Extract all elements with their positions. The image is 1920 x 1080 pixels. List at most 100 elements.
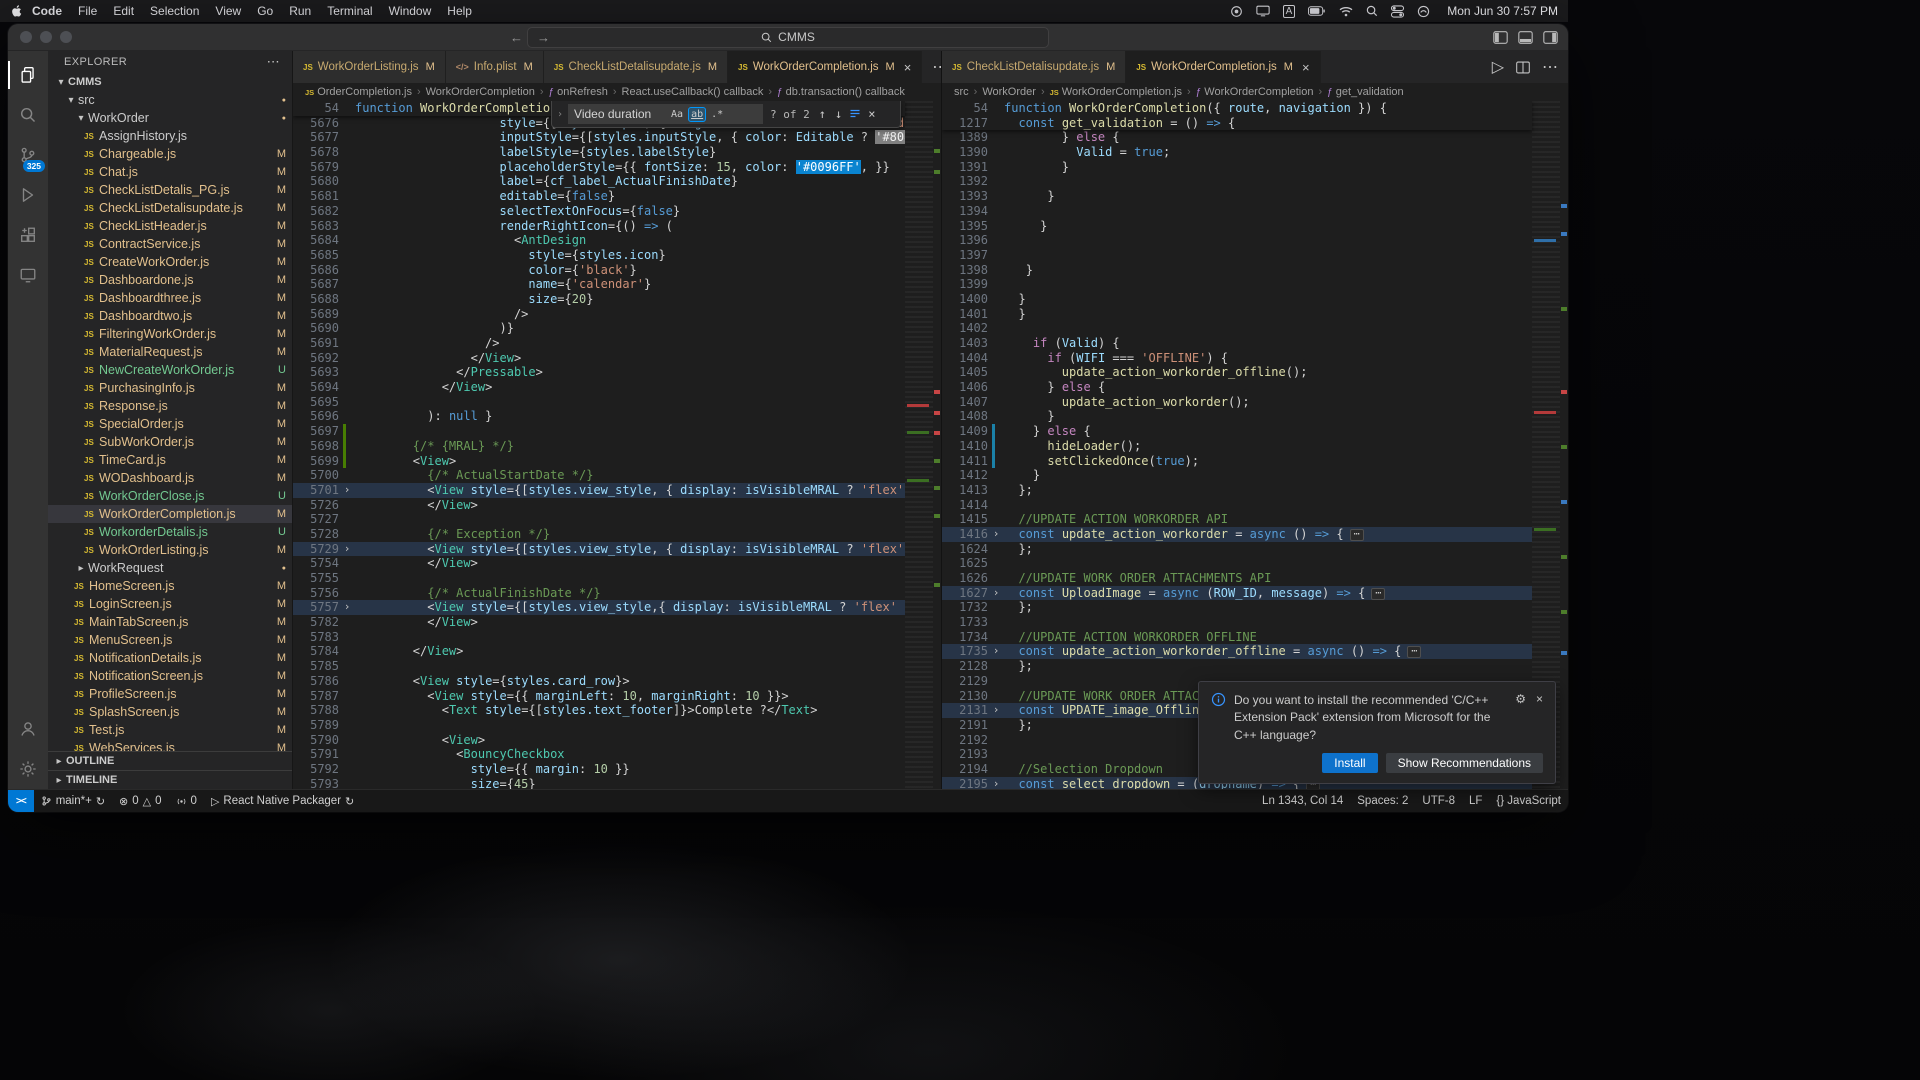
code-line[interactable]: 1734 //UPDATE ACTION WORKORDER OFFLINE xyxy=(942,630,1532,645)
code-line[interactable]: 1399 xyxy=(942,277,1532,292)
run-file-icon[interactable]: ▷ xyxy=(1492,57,1504,77)
code-line[interactable]: 1401 } xyxy=(942,307,1532,322)
code-line[interactable]: 5787 <View style={{ marginLeft: 10, marg… xyxy=(293,689,905,704)
code-line[interactable]: 5756 {/* ActualFinishDate */} xyxy=(293,586,905,601)
file-item-checklistdetalisupdate-js[interactable]: JSCheckListDetalisupdate.jsM xyxy=(48,199,292,217)
code-line[interactable]: 1403 if (Valid) { xyxy=(942,336,1532,351)
file-item-chargeable-js[interactable]: JSChargeable.jsM xyxy=(48,145,292,163)
code-line[interactable]: 5727 xyxy=(293,512,905,527)
code-line[interactable]: 5754 </View> xyxy=(293,556,905,571)
file-item-assignhistory-js[interactable]: JSAssignHistory.js xyxy=(48,127,292,145)
code-line[interactable]: 1394 xyxy=(942,204,1532,219)
code-line[interactable]: 5697 xyxy=(293,424,905,439)
notification-gear-icon[interactable]: ⚙ xyxy=(1515,692,1526,706)
battery-icon[interactable] xyxy=(1308,6,1326,16)
file-item-materialrequest-js[interactable]: JSMaterialRequest.jsM xyxy=(48,343,292,361)
show-recommendations-button[interactable]: Show Recommendations xyxy=(1386,753,1543,773)
breadcrumb-item[interactable]: src xyxy=(954,86,969,98)
code-line[interactable]: 5693 </Pressable> xyxy=(293,365,905,380)
code-line[interactable]: 5784 </View> xyxy=(293,644,905,659)
code-line[interactable]: 1412 } xyxy=(942,468,1532,483)
code-line[interactable]: 1407 update_action_workorder(); xyxy=(942,395,1532,410)
code-line[interactable]: 1627› const UploadImage = async (ROW_ID,… xyxy=(942,586,1532,601)
menu-edit[interactable]: Edit xyxy=(105,4,142,18)
file-item-subworkorder-js[interactable]: JSSubWorkOrder.jsM xyxy=(48,433,292,451)
code-line[interactable]: 1397 xyxy=(942,248,1532,263)
siri-icon[interactable] xyxy=(1417,5,1430,18)
file-item-workorderdetalis-js[interactable]: JSWorkorderDetalis.jsU xyxy=(48,523,292,541)
file-item-response-js[interactable]: JSResponse.jsM xyxy=(48,397,292,415)
language-mode[interactable]: {} JavaScript xyxy=(1489,795,1568,807)
code-line[interactable]: 5786 <View style={styles.card_row}> xyxy=(293,674,905,689)
code-line[interactable]: 1398 } xyxy=(942,263,1532,278)
code-line[interactable]: 1410 hideLoader(); xyxy=(942,439,1532,454)
zoom-window-button[interactable] xyxy=(60,31,72,43)
code-line[interactable]: 5691 /> xyxy=(293,336,905,351)
breadcrumb-item[interactable]: WorkOrder xyxy=(982,86,1036,98)
code-line[interactable]: 5688 size={20} xyxy=(293,292,905,307)
breadcrumb-item[interactable]: WorkOrderCompletion xyxy=(1204,86,1313,98)
file-item-specialorder-js[interactable]: JSSpecialOrder.jsM xyxy=(48,415,292,433)
code-line[interactable]: 5686 color={'black'} xyxy=(293,263,905,278)
timeline-section[interactable]: ▸ TIMELINE xyxy=(48,770,292,789)
code-line[interactable]: 2128 }; xyxy=(942,659,1532,674)
code-line[interactable]: 1396 xyxy=(942,233,1532,248)
git-branch-item[interactable]: main*+ ↻ xyxy=(34,795,112,808)
find-in-selection-icon[interactable] xyxy=(849,108,861,120)
screen-record-icon[interactable] xyxy=(1230,5,1243,18)
breadcrumb-item[interactable]: OrderCompletion.js xyxy=(317,86,412,98)
close-tab-icon[interactable]: × xyxy=(904,60,912,75)
code-line[interactable]: 5785 xyxy=(293,659,905,674)
toggle-panel-bottom-icon[interactable] xyxy=(1518,31,1533,44)
file-item-splashscreen-js[interactable]: JSSplashScreen.jsM xyxy=(48,703,292,721)
file-item-filteringworkorder-js[interactable]: JSFilteringWorkOrder.jsM xyxy=(48,325,292,343)
tab-workordercompletion-js[interactable]: JSWorkOrderCompletion.jsM× xyxy=(1126,51,1320,83)
fold-chevron-icon[interactable]: › xyxy=(988,527,1004,542)
code-line[interactable]: 1733 xyxy=(942,615,1532,630)
account-icon[interactable] xyxy=(8,709,48,749)
minimap-1[interactable] xyxy=(905,101,933,789)
code-line[interactable]: 5755 xyxy=(293,571,905,586)
split-editor-icon[interactable] xyxy=(1516,61,1530,74)
code-line[interactable]: 5692 </View> xyxy=(293,351,905,366)
code-line[interactable]: 5690 )} xyxy=(293,321,905,336)
code-line[interactable]: 5701› <View style={[styles.view_style, {… xyxy=(293,483,905,498)
code-line[interactable]: 5790 <View> xyxy=(293,733,905,748)
code-line[interactable]: 5681 editable={false} xyxy=(293,189,905,204)
code-editor-1[interactable]: 5676 style={[styles.input, { height: Pla… xyxy=(293,101,941,789)
previous-match-icon[interactable]: ↑ xyxy=(817,107,828,121)
menu-help[interactable]: Help xyxy=(439,4,480,18)
code-line[interactable]: 1414 xyxy=(942,498,1532,513)
file-item-dashboardone-js[interactable]: JSDashboardone.jsM xyxy=(48,271,292,289)
file-item-homescreen-js[interactable]: JSHomeScreen.jsM xyxy=(48,577,292,595)
code-line[interactable]: 1389 } else { xyxy=(942,130,1532,145)
file-item-createworkorder-js[interactable]: JSCreateWorkOrder.jsM xyxy=(48,253,292,271)
code-line[interactable]: 1400 } xyxy=(942,292,1532,307)
cursor-position[interactable]: Ln 1343, Col 14 xyxy=(1255,795,1350,807)
run-debug-icon[interactable] xyxy=(8,175,48,215)
file-item-contractservice-js[interactable]: JSContractService.jsM xyxy=(48,235,292,253)
menu-file[interactable]: File xyxy=(70,4,105,18)
code-line[interactable]: 5680 label={cf_label_ActualFinishDate} xyxy=(293,174,905,189)
fold-chevron-icon[interactable]: › xyxy=(339,483,355,498)
minimize-window-button[interactable] xyxy=(40,31,52,43)
sticky-line[interactable]: 1217 const get_validation = () => { xyxy=(942,116,1532,131)
code-line[interactable]: 5698 {/* {MRAL} */} xyxy=(293,439,905,454)
toggle-panel-left-icon[interactable] xyxy=(1493,31,1508,44)
search-view-icon[interactable] xyxy=(8,95,48,135)
more-actions-icon[interactable]: ⋯ xyxy=(1542,57,1558,77)
fold-chevron-icon[interactable]: › xyxy=(339,600,355,615)
fold-chevron-icon[interactable]: › xyxy=(339,542,355,557)
forward-icon[interactable]: → xyxy=(537,30,550,45)
settings-gear-icon[interactable] xyxy=(8,749,48,789)
file-item-profilescreen-js[interactable]: JSProfileScreen.jsM xyxy=(48,685,292,703)
file-item-dashboardthree-js[interactable]: JSDashboardthree.jsM xyxy=(48,289,292,307)
code-line[interactable]: 1411 setClickedOnce(true); xyxy=(942,454,1532,469)
code-line[interactable]: 1402 xyxy=(942,321,1532,336)
code-line[interactable]: 5687 name={'calendar'} xyxy=(293,277,905,292)
code-line[interactable]: 1408 } xyxy=(942,409,1532,424)
code-line[interactable]: 5677 inputStyle={[styles.inputStyle, { c… xyxy=(293,130,905,145)
fold-chevron-icon[interactable]: › xyxy=(988,586,1004,601)
code-line[interactable]: 1625 xyxy=(942,556,1532,571)
notification-close-icon[interactable]: × xyxy=(1536,692,1543,706)
